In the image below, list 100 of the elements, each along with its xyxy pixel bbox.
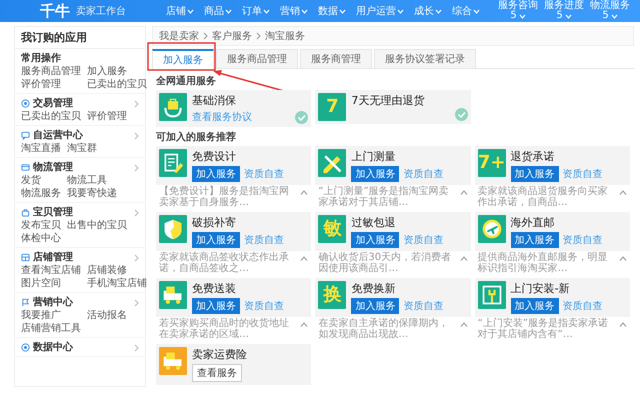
caret-icon <box>435 8 442 14</box>
sidebar-link[interactable]: 活动报名 <box>87 309 127 322</box>
service-name: 上门安装-新 <box>510 281 571 296</box>
truck-icon <box>162 284 184 306</box>
sidebar-link[interactable]: 店铺装修 <box>87 264 147 277</box>
checkmark-icon <box>454 108 468 121</box>
nav-menu-item[interactable]: 商品 <box>204 4 232 18</box>
breadcrumb-link[interactable]: 我是卖家 <box>159 29 199 43</box>
service-description: 【免费设计】服务是指淘宝网卖家基于自身服务… <box>159 186 290 208</box>
chevron-right-icon <box>134 164 139 172</box>
caret-icon <box>397 8 404 14</box>
service-description: 卖家就该商品签收状态作出承诺，自商品签收之… <box>159 252 290 274</box>
join-button[interactable]: 加入服务 <box>510 166 559 182</box>
service-description: 确认收货后30天内，若消费者因使用该商品引… <box>318 252 452 274</box>
service-name: 卖家运费险 <box>192 347 247 362</box>
nav-menu-item[interactable]: 数据 <box>318 4 346 18</box>
service-description: “上门安装”服务是指卖家承诺对于其店铺内含有“… <box>478 318 610 340</box>
sidebar-link[interactable]: 加入服务 <box>87 65 147 78</box>
join-button[interactable]: 加入服务 <box>351 166 400 182</box>
sidebar-link[interactable]: 评价管理 <box>21 78 81 91</box>
nav-menu-item[interactable]: 成长 <box>414 4 442 18</box>
stat-value: 5 <box>556 11 563 21</box>
service-name: 海外直邮 <box>510 215 556 230</box>
chevron-up-icon <box>460 322 468 327</box>
service-description: 卖家就该商品退货服务向买家作出承诺，自商品… <box>478 186 609 208</box>
sidebar-link[interactable]: 出售中的宝贝 <box>67 219 127 232</box>
section-heading: 可加入的服务推荐 <box>156 130 236 144</box>
chevron-up-icon <box>618 190 627 195</box>
stat-label: 服务咨询 <box>498 1 538 11</box>
service-name: 7天无理由退货 <box>351 93 424 108</box>
sidebar-link[interactable]: 淘宝直播 <box>21 142 61 155</box>
sidebar-link[interactable]: 服务商品管理 <box>21 65 81 78</box>
chevron-up-icon <box>618 322 627 327</box>
join-button[interactable]: 加入服务 <box>192 166 240 182</box>
sidebar-link[interactable]: 物流工具 <box>67 174 117 187</box>
sidebar-section-title[interactable]: 营销中心 <box>33 296 131 309</box>
sidebar-link[interactable]: 店铺营销工具 <box>21 322 81 335</box>
shield-icon <box>162 218 184 240</box>
join-button[interactable]: 加入服务 <box>192 232 240 248</box>
sidebar-section-title[interactable]: 物流管理 <box>33 161 131 174</box>
service-name: 免费送装 <box>192 281 237 296</box>
sidebar-title: 我订购的应用 <box>15 27 145 49</box>
sidebar-link[interactable]: 手机淘宝店铺 <box>87 277 147 290</box>
caret-icon <box>187 8 194 14</box>
section-heading: 全网通用服务 <box>156 74 216 88</box>
bag-icon <box>21 208 30 217</box>
sidebar-link[interactable]: 我要寄快递 <box>67 187 117 200</box>
sidebar-section-title[interactable]: 店铺管理 <box>33 251 131 264</box>
join-button[interactable]: 加入服务 <box>351 232 400 248</box>
tab[interactable]: 服务商管理 <box>300 49 372 68</box>
sidebar-section-title[interactable]: 交易管理 <box>33 97 131 110</box>
chevron-right-icon <box>134 344 139 352</box>
breadcrumb-link[interactable]: 客户服务 <box>212 29 252 43</box>
chevron-up-icon <box>460 190 468 195</box>
truck-icon <box>162 350 184 372</box>
join-button[interactable]: 加入服务 <box>351 298 400 314</box>
glyph-icon: 7+ <box>478 149 506 177</box>
chevron-right-icon <box>134 208 139 216</box>
sidebar-link[interactable]: 体检中心 <box>21 232 61 245</box>
sidebar-link[interactable]: 评价管理 <box>87 110 127 123</box>
join-button[interactable]: 加入服务 <box>510 232 559 248</box>
sidebar-link[interactable]: 查看淘宝店铺 <box>21 264 81 277</box>
join-button[interactable]: 加入服务 <box>510 298 559 314</box>
nav-menu-item[interactable]: 店铺 <box>166 4 194 18</box>
service-description: 若买家购买商品时的收货地址在卖家承诺的区域… <box>159 318 290 340</box>
nav-menu-item[interactable]: 订单 <box>242 4 270 18</box>
chevron-right-icon <box>134 132 139 140</box>
nav-menu-item[interactable]: 用户运营 <box>356 4 404 18</box>
tab[interactable]: 加入服务 <box>152 49 214 69</box>
sidebar-section-title[interactable]: 常用操作 <box>21 52 139 65</box>
sidebar-section-title[interactable]: 数据中心 <box>33 341 131 354</box>
sidebar-link[interactable]: 我要推广 <box>21 309 81 322</box>
sidebar-link[interactable]: 物流服务 <box>21 187 61 200</box>
service-description: 在卖家自主承诺的保障期内，如发现商品出现故… <box>318 318 450 340</box>
breadcrumb-link[interactable]: 淘宝服务 <box>265 29 305 43</box>
sidebar-section-title[interactable]: 自运营中心 <box>33 129 131 142</box>
nav-menu-item[interactable]: 营销 <box>280 4 308 18</box>
sidebar-link[interactable]: 已卖出的宝贝 <box>21 110 81 123</box>
service-name: 免费换新 <box>351 281 396 296</box>
chevron-up-icon <box>300 322 308 327</box>
chevron-up-icon <box>300 190 308 195</box>
tab[interactable]: 服务商品管理 <box>216 49 298 68</box>
tab[interactable]: 服务协议签署记录 <box>374 49 476 68</box>
sidebar-link[interactable]: 淘宝群 <box>67 142 97 155</box>
stat-value: 5 <box>602 11 609 21</box>
circle-icon <box>21 99 30 108</box>
join-button[interactable]: 加入服务 <box>192 298 240 314</box>
sidebar-link[interactable]: 发货 <box>21 174 61 187</box>
glyph-icon: 7 <box>318 93 346 121</box>
chevron-right-icon <box>134 100 139 108</box>
sidebar-link[interactable]: 发布宝贝 <box>21 219 61 232</box>
sidebar-section-title[interactable]: 宝贝管理 <box>33 206 131 219</box>
nav-menu-item[interactable]: 综合 <box>452 4 480 18</box>
service-name: 退货承诺 <box>510 149 556 164</box>
sidebar-link[interactable]: 图片空间 <box>21 277 81 290</box>
sidebar-link[interactable]: 已卖出的宝贝 <box>87 78 147 91</box>
view-button[interactable]: 查看服务 <box>192 364 242 382</box>
service-name: 破损补寄 <box>192 215 237 230</box>
service-description: “上门测量”服务是指淘宝网卖家承诺对于其店铺… <box>318 186 450 208</box>
chevron-right-icon <box>256 32 261 40</box>
